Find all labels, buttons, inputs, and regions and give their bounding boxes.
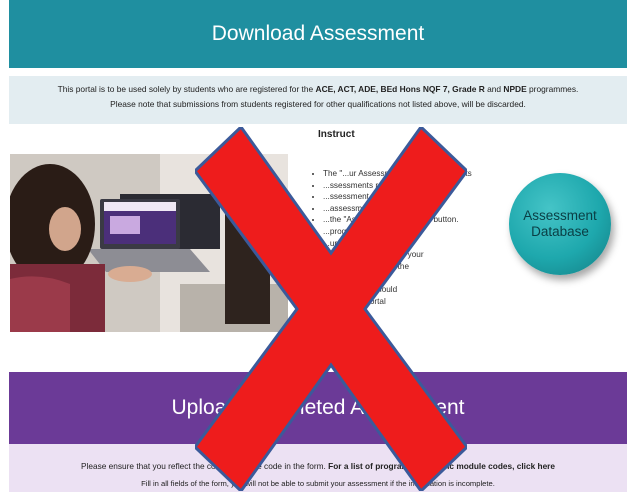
instruction-step: The "...ur Assessment Database" reflects xyxy=(323,168,491,180)
notice-line-2: Please note that submissions from studen… xyxy=(110,99,526,109)
portal-notice: This portal is to be used solely by stud… xyxy=(9,76,627,124)
instruction-steps: The "...ur Assessment Database" reflects… xyxy=(313,168,491,307)
instructions-title: Instruct xyxy=(318,129,355,140)
download-assessment-banner: Download Assessment xyxy=(9,0,627,68)
instruction-step: ...the "Assessment Database" button. xyxy=(323,214,491,226)
form-instruction-line: Fill in all fields of the form, you will… xyxy=(141,479,495,488)
instruction-step: ...using the portal xyxy=(323,296,491,308)
module-code-notice: Please ensure that you reflect the corre… xyxy=(9,444,627,492)
instruction-step: ...ur module code. xyxy=(323,238,491,250)
notice-line-1: This portal is to be used solely by stud… xyxy=(57,84,579,94)
module-code-line: Please ensure that you reflect the corre… xyxy=(80,461,556,471)
student-laptop-photo xyxy=(10,154,288,332)
instruction-step: ...ow. xyxy=(323,272,491,284)
module-codes-link[interactable]: For a list of programme specific module … xyxy=(328,461,555,471)
download-assessment-title: Download Assessment xyxy=(211,22,425,45)
upload-assessment-banner: Upload Completed Assessment xyxy=(9,372,627,444)
instruction-step: ...assessment by clicking on xyxy=(323,203,491,215)
instruction-step: ...the file and complete your xyxy=(323,249,491,261)
assessment-database-label-1: Assessment xyxy=(523,208,597,223)
instruction-step: ...assessment using the xyxy=(323,261,491,273)
instruction-step: ...programme Folder and xyxy=(323,226,491,238)
assessment-database-label-2: Database xyxy=(531,224,589,239)
assessment-database-button[interactable]: Assessment Database xyxy=(509,173,611,275)
instruction-step: ...ssessments relating to the Final xyxy=(323,180,491,192)
instruction-step: ...ue 09 May) should xyxy=(323,284,491,296)
instruction-step: ...ssessment ONLY. xyxy=(323,191,491,203)
upload-assessment-title: Upload Completed Assessment xyxy=(171,396,465,419)
